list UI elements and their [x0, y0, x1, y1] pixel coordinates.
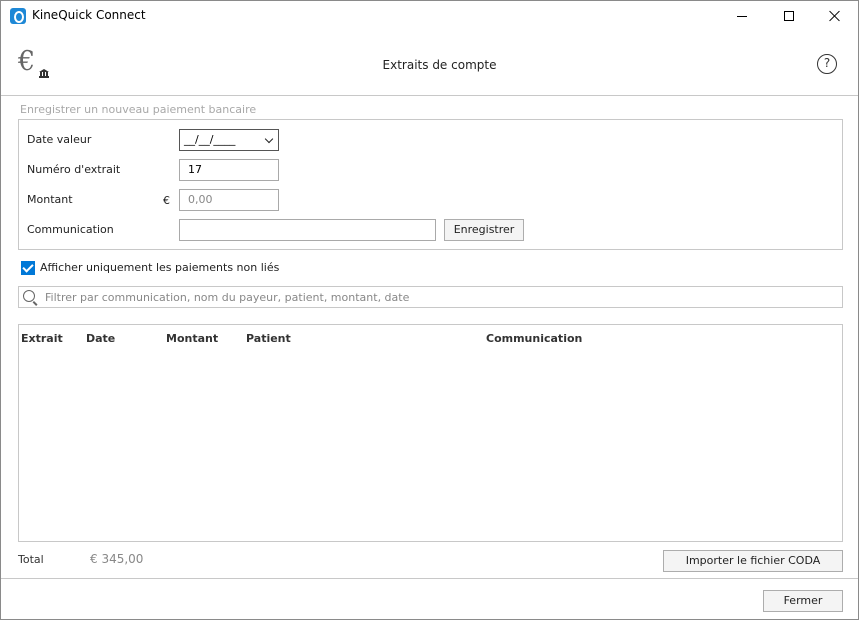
column-header-date[interactable]: Date [86, 332, 115, 345]
date-valeur-picker[interactable]: __/__/____ [179, 129, 279, 151]
montant-label: Montant [27, 193, 73, 206]
enregistrer-button[interactable]: Enregistrer [444, 219, 524, 241]
new-payment-legend: Enregistrer un nouveau paiement bancaire [20, 103, 257, 116]
maximize-icon [784, 11, 794, 21]
total-value: € 345,00 [90, 552, 144, 566]
unlinked-only-label[interactable]: Afficher uniquement les paiements non li… [40, 261, 279, 274]
search-placeholder: Filtrer par communication, nom du payeur… [45, 291, 410, 304]
column-header-montant[interactable]: Montant [166, 332, 218, 345]
communication-field[interactable] [179, 219, 436, 241]
close-window-button[interactable] [812, 1, 858, 31]
search-input[interactable]: Filtrer par communication, nom du payeur… [18, 286, 843, 308]
kinequick-logo-icon [10, 8, 26, 24]
extraits-window: KineQuick Connect € Extraits de compte ?… [0, 0, 859, 620]
numero-extrait-label: Numéro d'extrait [27, 163, 121, 176]
numero-extrait-field[interactable]: 17 [179, 159, 279, 181]
maximize-button[interactable] [766, 1, 812, 31]
column-header-extrait[interactable]: Extrait [21, 332, 63, 345]
title-bar: KineQuick Connect [1, 1, 858, 31]
date-valeur-label: Date valeur [27, 133, 92, 146]
payments-table[interactable]: Extrait Date Montant Patient Communicati… [18, 324, 843, 542]
search-icon [23, 290, 35, 302]
communication-label: Communication [27, 223, 114, 236]
close-icon [829, 10, 841, 22]
column-header-communication[interactable]: Communication [486, 332, 582, 345]
unlinked-only-checkbox[interactable] [21, 261, 35, 275]
total-label: Total [18, 553, 44, 566]
minimize-icon [737, 15, 747, 17]
page-header: € Extraits de compte ? [1, 31, 858, 96]
montant-currency-symbol: € [163, 194, 170, 207]
app-title: KineQuick Connect [32, 8, 146, 22]
help-icon[interactable]: ? [817, 54, 837, 74]
column-header-patient[interactable]: Patient [246, 332, 291, 345]
page-title: Extraits de compte [382, 58, 497, 72]
import-coda-button[interactable]: Importer le fichier CODA [663, 550, 843, 572]
montant-field[interactable]: 0,00 [179, 189, 279, 211]
chevron-down-icon [264, 134, 274, 144]
date-valeur-value: __/__/____ [184, 133, 236, 146]
minimize-button[interactable] [719, 1, 765, 31]
footer-divider [1, 578, 858, 579]
fermer-button[interactable]: Fermer [763, 590, 843, 612]
